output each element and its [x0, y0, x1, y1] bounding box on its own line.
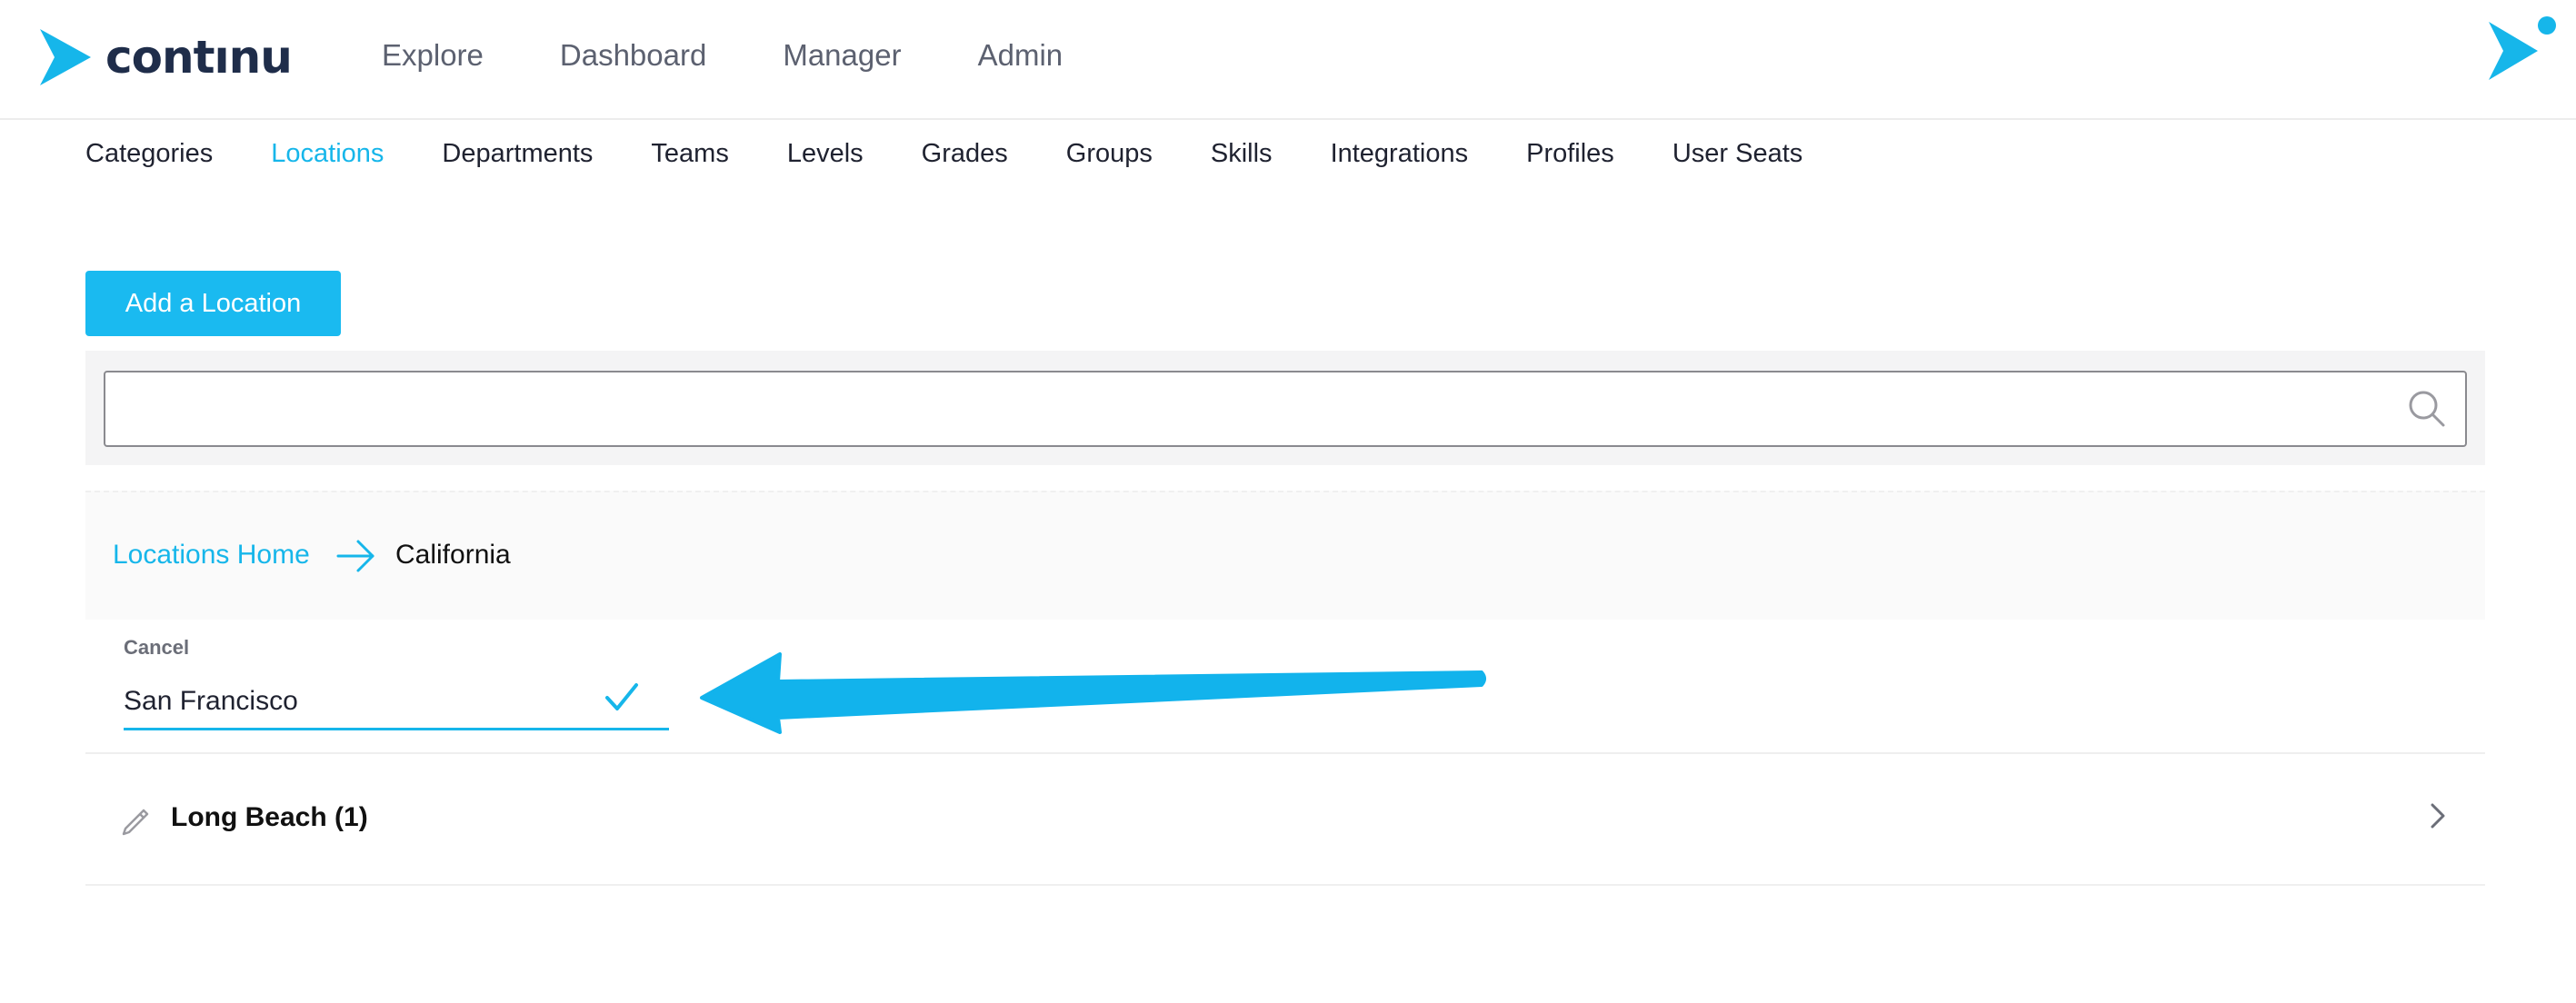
continu-logo[interactable]: contınu	[38, 27, 293, 87]
tab-user-seats[interactable]: User Seats	[1672, 139, 1802, 169]
tab-categories[interactable]: Categories	[85, 139, 213, 169]
user-menu[interactable]	[2483, 15, 2565, 92]
tab-skills[interactable]: Skills	[1211, 139, 1273, 169]
nav-dashboard[interactable]: Dashboard	[560, 38, 706, 73]
tab-integrations[interactable]: Integrations	[1331, 139, 1469, 169]
tab-locations[interactable]: Locations	[271, 139, 384, 169]
search-panel	[85, 351, 2485, 465]
user-mark-icon	[2489, 16, 2556, 80]
main-nav: Explore Dashboard Manager Admin	[382, 38, 1139, 73]
nav-explore[interactable]: Explore	[382, 38, 484, 73]
tab-departments[interactable]: Departments	[442, 139, 593, 169]
annotation-arrow-icon	[700, 652, 1486, 734]
logo-wordmark: contınu	[105, 31, 293, 84]
tab-groups[interactable]: Groups	[1066, 139, 1153, 169]
breadcrumb: Locations Home California	[85, 491, 2485, 620]
search-icon[interactable]	[2407, 389, 2447, 429]
list-item[interactable]: Long Beach (1)	[85, 754, 2485, 886]
tab-profiles[interactable]: Profiles	[1526, 139, 1614, 169]
top-bar: contınu Explore Dashboard Manager Admin	[0, 0, 2576, 120]
search-box	[104, 371, 2467, 447]
cancel-button[interactable]: Cancel	[124, 636, 189, 660]
tab-levels[interactable]: Levels	[787, 139, 864, 169]
add-location-button[interactable]: Add a Location	[85, 271, 341, 336]
tab-teams[interactable]: Teams	[651, 139, 728, 169]
breadcrumb-current: California	[395, 540, 511, 570]
arrow-right-icon	[336, 540, 374, 572]
continu-arrow-icon	[40, 29, 91, 85]
search-input[interactable]	[105, 372, 2378, 445]
nav-admin[interactable]: Admin	[978, 38, 1063, 73]
nav-manager[interactable]: Manager	[783, 38, 901, 73]
admin-tabs: Categories Locations Departments Teams L…	[85, 139, 1861, 169]
tab-grades[interactable]: Grades	[922, 139, 1008, 169]
chevron-right-icon[interactable]	[2427, 801, 2449, 830]
location-label: Long Beach (1)	[171, 802, 368, 832]
location-name-input[interactable]	[124, 674, 669, 730]
breadcrumb-home[interactable]: Locations Home	[113, 540, 310, 571]
checkmark-icon[interactable]	[604, 681, 640, 714]
pencil-icon[interactable]	[118, 801, 155, 838]
